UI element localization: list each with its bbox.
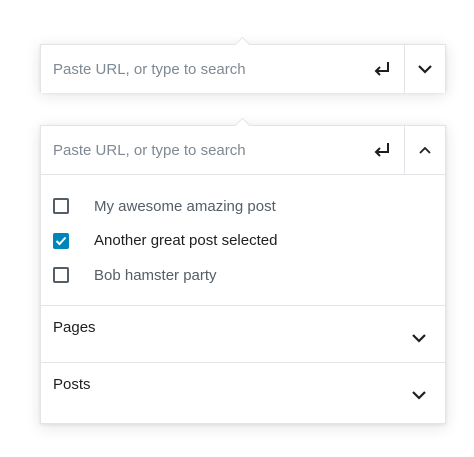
stage: My awesome amazing post Another great po…	[0, 0, 474, 457]
section-posts[interactable]: Posts	[41, 361, 445, 419]
result-checkbox[interactable]	[53, 232, 69, 249]
enter-arrow-icon	[374, 143, 389, 157]
result-checkbox[interactable]	[53, 267, 69, 284]
section-label: Pages	[53, 319, 96, 336]
url-search-input[interactable]	[41, 45, 360, 93]
result-item[interactable]: Bob hamster party	[53, 258, 433, 293]
result-item[interactable]: Another great post selected	[53, 224, 433, 259]
section-label: Posts	[53, 376, 91, 393]
search-results-list: My awesome amazing post Another great po…	[41, 175, 445, 305]
chevron-down-icon	[418, 65, 432, 74]
chevron-down-icon	[412, 390, 426, 400]
result-item[interactable]: My awesome amazing post	[53, 189, 433, 224]
section-pages[interactable]: Pages	[41, 304, 445, 362]
result-checkbox[interactable]	[53, 198, 69, 215]
checkmark-icon	[55, 236, 67, 246]
chevron-up-icon	[419, 146, 431, 154]
toggle-results-button[interactable]	[404, 45, 445, 93]
url-input-row	[41, 45, 445, 93]
link-popover-collapsed	[40, 36, 446, 93]
link-popover-expanded: My awesome amazing post Another great po…	[40, 117, 446, 424]
url-input-row	[41, 126, 445, 174]
enter-arrow-icon	[374, 62, 389, 76]
chevron-down-icon	[412, 333, 426, 343]
result-label: My awesome amazing post	[94, 197, 276, 215]
toggle-results-button[interactable]	[404, 126, 445, 174]
result-label: Bob hamster party	[94, 266, 217, 284]
submit-link-button[interactable]	[360, 126, 404, 174]
url-search-input[interactable]	[41, 126, 360, 174]
submit-link-button[interactable]	[360, 45, 404, 93]
result-label: Another great post selected	[94, 232, 278, 250]
